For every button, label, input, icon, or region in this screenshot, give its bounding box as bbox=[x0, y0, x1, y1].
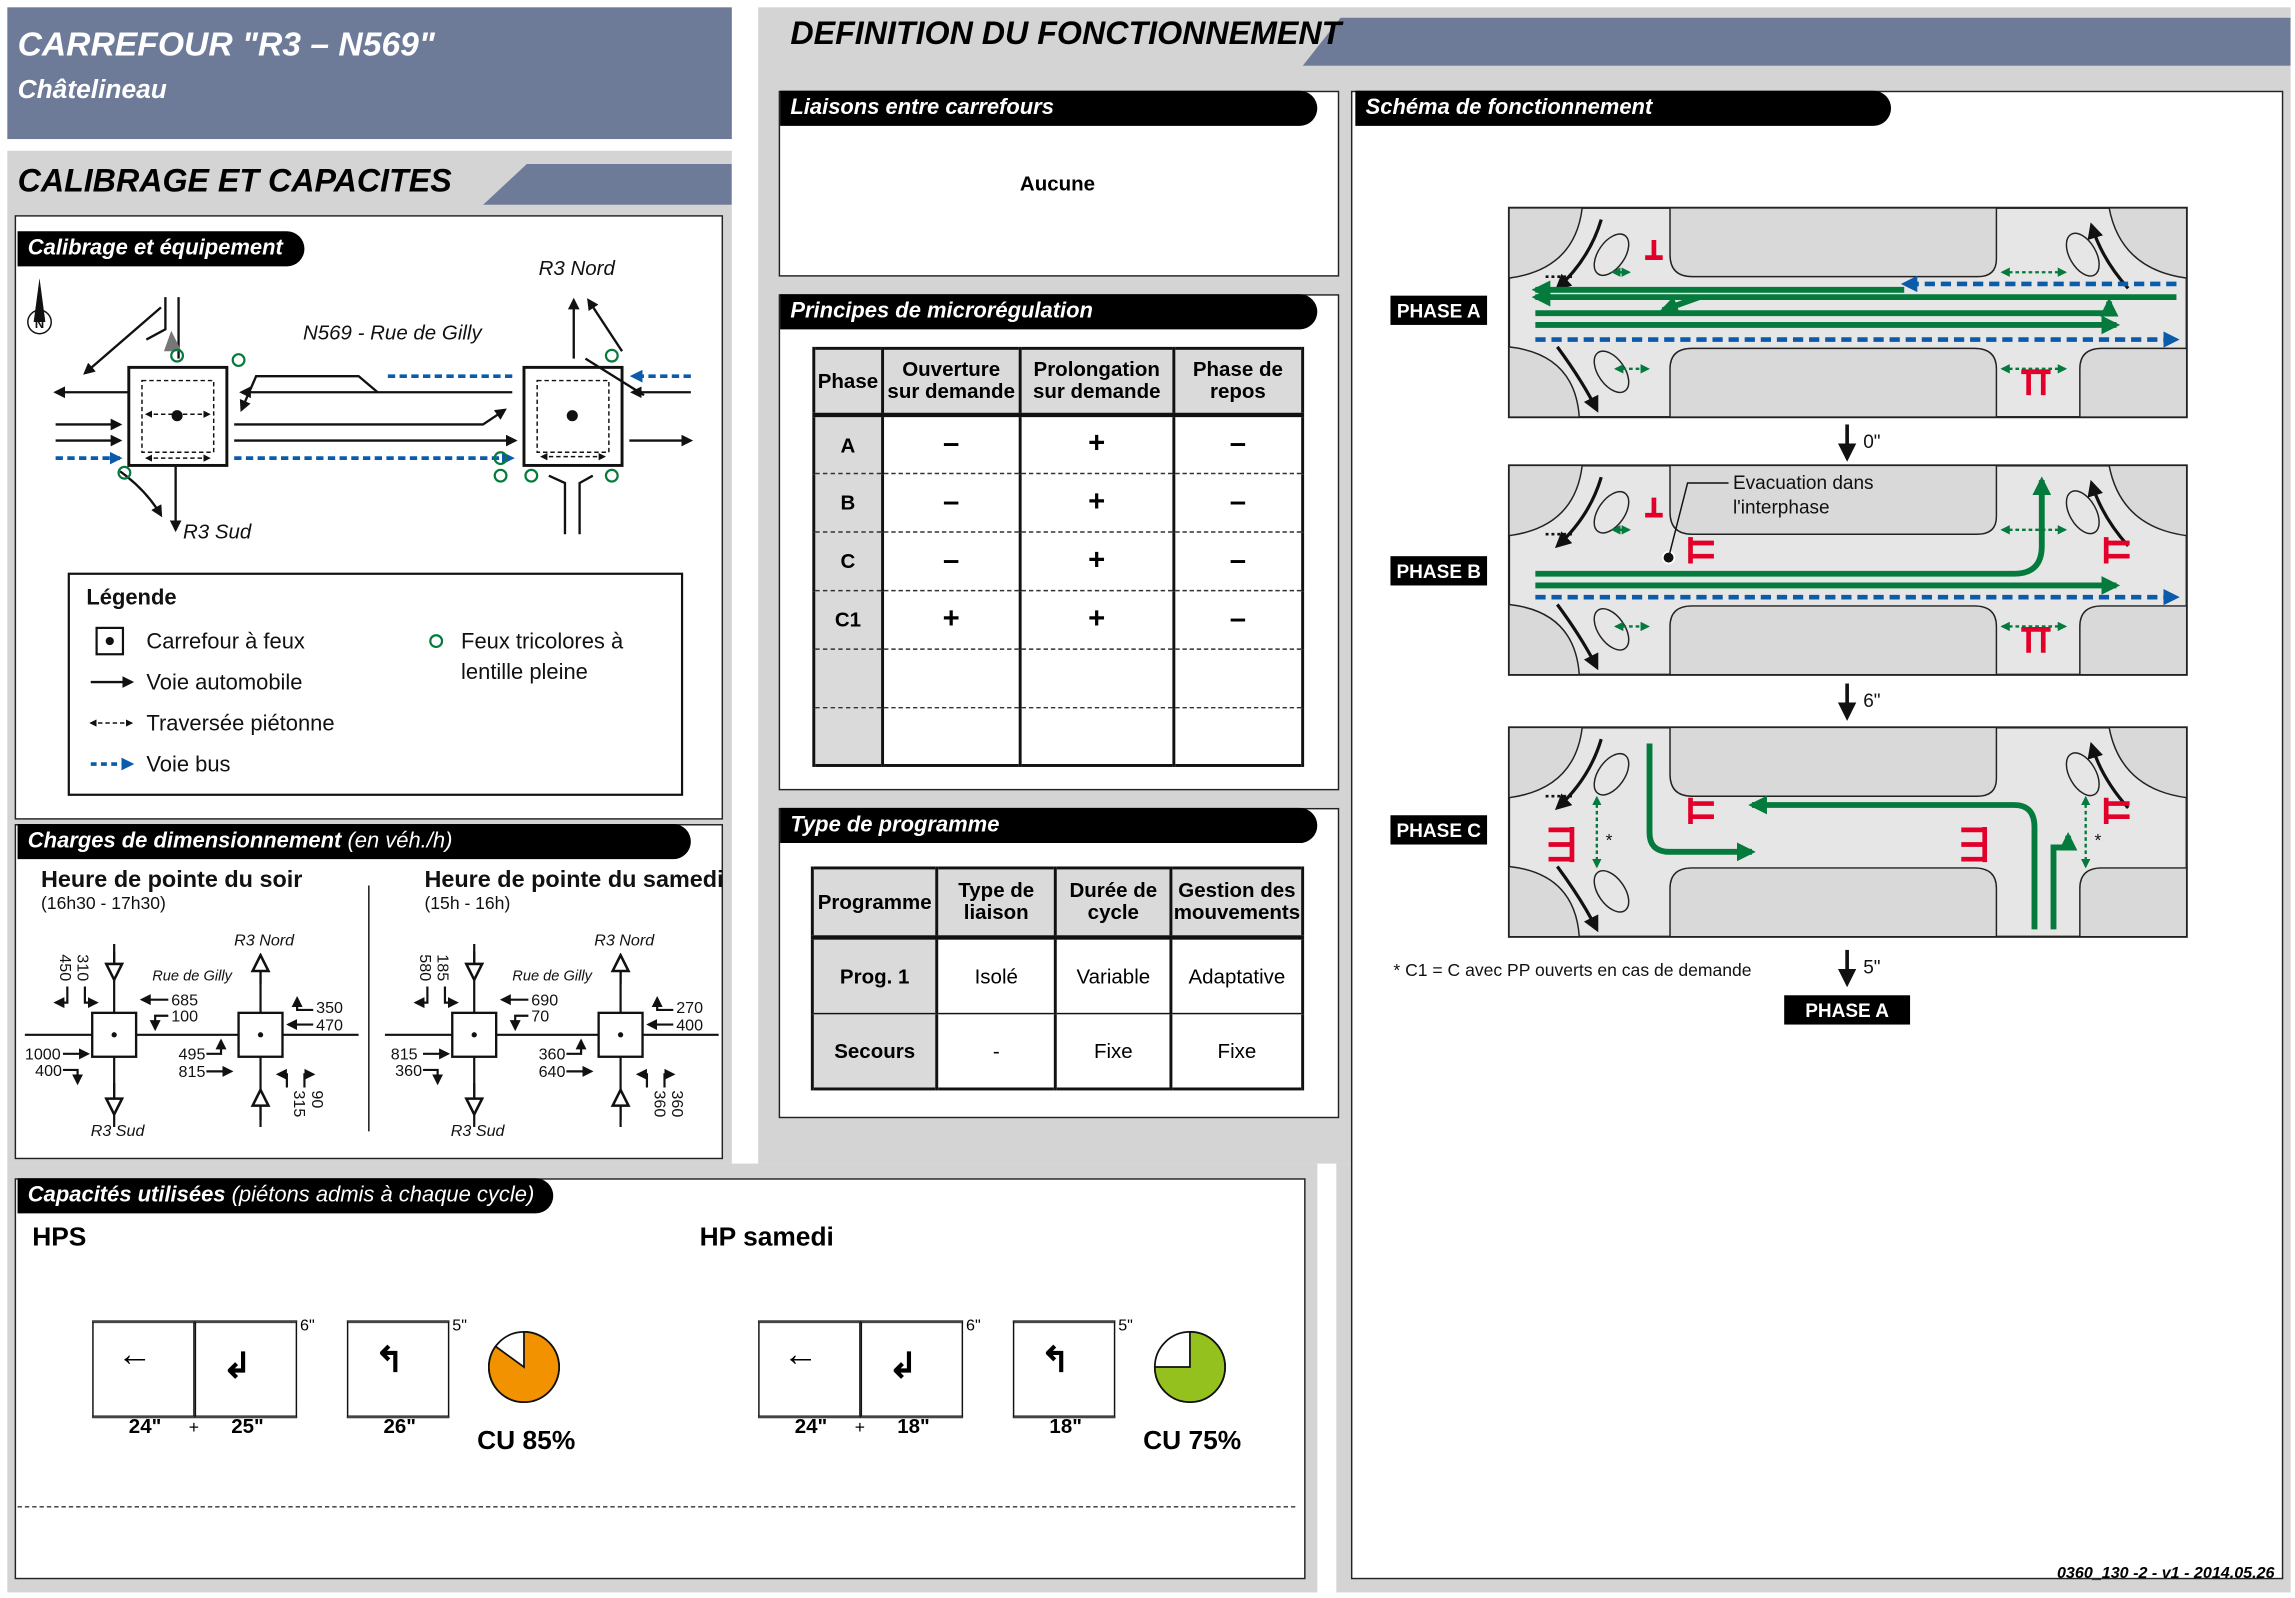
green-time: 24" bbox=[794, 1413, 828, 1438]
phase-label-label: PHASE C bbox=[1397, 821, 1482, 842]
transition-time: 0" bbox=[1863, 432, 1880, 453]
volume-label: 815 bbox=[179, 1063, 206, 1081]
volume-label: 360 bbox=[650, 1090, 668, 1117]
legend-item: Voie automobile bbox=[146, 669, 302, 694]
volume-label: 310 bbox=[74, 954, 92, 981]
label-street: Rue de Gilly bbox=[512, 969, 593, 985]
label-n569: N569 - Rue de Gilly bbox=[303, 322, 484, 345]
volume-label: 400 bbox=[676, 1016, 703, 1034]
charges-diagrams: Heure de pointe du soir(16h30 - 17h30) R3… bbox=[25, 866, 724, 1140]
volume-label: 450 bbox=[56, 954, 74, 981]
volume-label: 360 bbox=[539, 1046, 566, 1064]
north-arrow-icon: N bbox=[27, 278, 52, 335]
phase-diagram bbox=[1507, 206, 2188, 419]
green-time: 25" bbox=[231, 1413, 264, 1438]
volume-label: 70 bbox=[531, 1008, 549, 1026]
volume-label: 470 bbox=[316, 1016, 343, 1034]
green-time: 18" bbox=[1049, 1413, 1082, 1438]
phase-label-label: PHASE A bbox=[1397, 302, 1481, 323]
group-title: HP samedi bbox=[699, 1222, 834, 1252]
legend-item: Feux tricolores à bbox=[461, 628, 624, 653]
turn-right-icon: ↲ bbox=[222, 1346, 252, 1387]
volume-label: 360 bbox=[668, 1090, 686, 1117]
turn-left-icon: ↰ bbox=[1040, 1340, 1071, 1381]
label-r3-sud: R3 Sud bbox=[183, 521, 252, 544]
star-note: * bbox=[1606, 830, 1613, 850]
signal-light-icon bbox=[429, 634, 444, 649]
phase-diagram bbox=[1507, 464, 2188, 676]
volume-label: 315 bbox=[290, 1090, 308, 1117]
volume-label: 640 bbox=[539, 1063, 566, 1081]
annotation-text: Evacuation dans bbox=[1733, 473, 1874, 494]
cu-label: CU 85% bbox=[477, 1425, 576, 1455]
volume-label: 360 bbox=[395, 1062, 422, 1080]
plus-sign: + bbox=[854, 1416, 866, 1438]
green-time: 18" bbox=[897, 1413, 930, 1438]
cu-label: CU 75% bbox=[1143, 1425, 1242, 1455]
drawings: N R3 Nord R3 Sud N569 - Rue de Gilly Lég… bbox=[25, 206, 2188, 1404]
period-title: Heure de pointe du soir bbox=[41, 866, 302, 892]
volume-label: 400 bbox=[35, 1062, 62, 1080]
legend-item: lentille pleine bbox=[461, 659, 588, 684]
intergreen-label: 6" bbox=[966, 1317, 981, 1335]
phase-label-label: PHASE B bbox=[1397, 562, 1482, 583]
arrow-left-icon: ← bbox=[117, 1334, 153, 1375]
footnote: * C1 = C avec PP ouverts en cas de deman… bbox=[1393, 960, 1751, 980]
period-title: Heure de pointe du samedi bbox=[424, 866, 723, 892]
volume-label: 495 bbox=[179, 1046, 206, 1064]
period-time: (15h - 16h) bbox=[424, 893, 510, 913]
turn-left-icon: ↰ bbox=[374, 1340, 405, 1381]
plus-sign: + bbox=[188, 1416, 200, 1438]
legend-title: Légende bbox=[86, 584, 176, 609]
label-street: Rue de Gilly bbox=[152, 969, 233, 985]
turn-right-icon: ↲ bbox=[888, 1346, 918, 1387]
legend-item: Voie bus bbox=[146, 751, 230, 776]
volume-label: 270 bbox=[676, 999, 703, 1017]
phase-diagrams: PHASE A PHASE B PHASE C PHASE A 0" 6" 5" Evacua… bbox=[1390, 206, 2188, 1025]
green-time: 24" bbox=[128, 1413, 162, 1438]
signal-head-icons bbox=[117, 348, 619, 483]
green-time: 26" bbox=[383, 1413, 416, 1438]
period-time: (16h30 - 17h30) bbox=[41, 893, 166, 913]
legend-item: Traversée piétonne bbox=[146, 710, 334, 735]
legend-item: Carrefour à feux bbox=[146, 628, 305, 653]
label-r3-nord: R3 Nord bbox=[539, 257, 616, 280]
north-label: N bbox=[35, 316, 45, 331]
volume-label: 185 bbox=[434, 954, 452, 981]
sheet: CARREFOUR "R3 – N569" Châtelineau CALIBR… bbox=[0, 0, 2295, 1598]
label-r3-nord: R3 Nord bbox=[594, 932, 655, 950]
phase-label-return-label: PHASE A bbox=[1805, 1001, 1889, 1022]
label-r3-sud: R3 Sud bbox=[451, 1122, 506, 1140]
arrow-left-icon: ← bbox=[783, 1334, 819, 1375]
transition-time: 6" bbox=[1863, 691, 1880, 712]
annotation-text: l'interphase bbox=[1733, 498, 1830, 519]
transition-time: 5" bbox=[1863, 957, 1880, 978]
volume-label: 580 bbox=[416, 954, 434, 981]
star-note: * bbox=[2094, 830, 2101, 850]
volume-label: 90 bbox=[308, 1090, 326, 1108]
intergreen-label: 5" bbox=[452, 1317, 467, 1335]
volume-label: 100 bbox=[171, 1008, 198, 1026]
label-r3-nord: R3 Nord bbox=[234, 932, 295, 950]
group-title: HPS bbox=[32, 1222, 87, 1252]
volume-label: 350 bbox=[316, 999, 343, 1017]
label-r3-sud: R3 Sud bbox=[91, 1122, 146, 1140]
intergreen-label: 5" bbox=[1118, 1317, 1133, 1335]
calibrage-diagram: N R3 Nord R3 Sud N569 - Rue de Gilly Lég… bbox=[27, 257, 694, 796]
intergreen-label: 6" bbox=[300, 1317, 315, 1335]
